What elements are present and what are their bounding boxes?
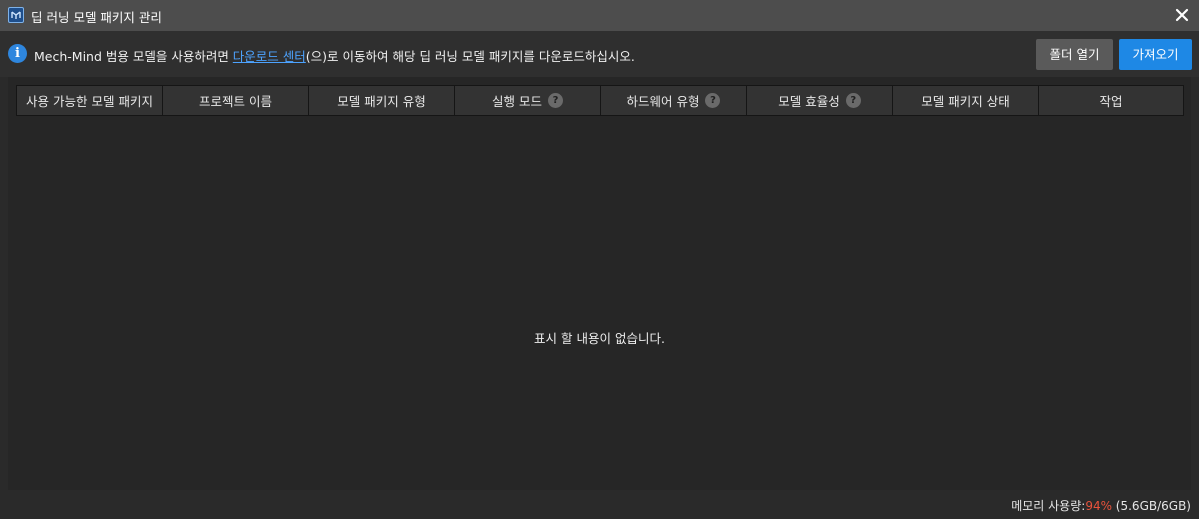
column-header-run-mode[interactable]: 실행 모드 ?	[454, 85, 600, 116]
open-folder-button[interactable]: 폴더 열기	[1036, 39, 1113, 70]
info-message: Mech-Mind 범용 모델을 사용하려면 다운로드 센터(으)로 이동하여 …	[34, 46, 635, 65]
window-title: 딥 러닝 모델 패키지 관리	[31, 10, 162, 25]
table-header: 사용 가능한 모델 패키지 프로젝트 이름 모델 패키지 유형 실행 모드 ? …	[16, 85, 1184, 116]
column-label: 프로젝트 이름	[199, 94, 272, 109]
memory-detail: (5.6GB/6GB)	[1111, 499, 1191, 513]
empty-table-message: 표시 할 내용이 없습니다.	[534, 331, 665, 346]
download-center-link[interactable]: 다운로드 센터	[233, 49, 306, 64]
column-label: 사용 가능한 모델 패키지	[26, 94, 153, 109]
column-header-package-status[interactable]: 모델 패키지 상태	[892, 85, 1038, 116]
model-package-manager-window: 딥 러닝 모델 패키지 관리 i Mech-Mind 범용 모델을 사용하려면 …	[0, 0, 1199, 519]
title-bar: 딥 러닝 모델 패키지 관리	[0, 0, 1199, 31]
memory-usage-status: 메모리 사용량:94% (5.6GB/6GB)	[1011, 497, 1191, 514]
info-bar: i Mech-Mind 범용 모델을 사용하려면 다운로드 센터(으)로 이동하…	[0, 31, 1199, 77]
column-label: 모델 패키지 유형	[337, 94, 426, 109]
help-icon[interactable]: ?	[705, 93, 721, 108]
memory-label: 메모리 사용량:	[1011, 499, 1086, 513]
memory-percent: 94%	[1085, 499, 1112, 513]
info-icon: i	[8, 44, 27, 63]
column-header-model-efficiency[interactable]: 모델 효율성 ?	[746, 85, 892, 116]
deep-learning-app-icon	[8, 7, 24, 23]
column-header-available-packages[interactable]: 사용 가능한 모델 패키지	[16, 85, 162, 116]
column-label: 하드웨어 유형	[626, 94, 700, 109]
model-package-table: 사용 가능한 모델 패키지 프로젝트 이름 모델 패키지 유형 실행 모드 ? …	[8, 77, 1191, 490]
help-icon[interactable]: ?	[547, 93, 563, 108]
column-label: 작업	[1099, 94, 1123, 109]
help-icon[interactable]: ?	[845, 93, 861, 108]
info-text-after: (으)로 이동하여 해당 딥 러닝 모델 패키지를 다운로드하십시오.	[305, 49, 635, 64]
column-label: 모델 효율성	[778, 94, 840, 109]
column-header-project-name[interactable]: 프로젝트 이름	[162, 85, 308, 116]
column-label: 모델 패키지 상태	[921, 94, 1010, 109]
import-button[interactable]: 가져오기	[1119, 39, 1192, 70]
info-text-before: Mech-Mind 범용 모델을 사용하려면	[34, 49, 233, 64]
column-header-hardware-type[interactable]: 하드웨어 유형 ?	[600, 85, 746, 116]
column-header-package-type[interactable]: 모델 패키지 유형	[308, 85, 454, 116]
column-label: 실행 모드	[492, 94, 542, 109]
close-icon[interactable]	[1173, 6, 1191, 24]
column-header-actions[interactable]: 작업	[1038, 85, 1184, 116]
